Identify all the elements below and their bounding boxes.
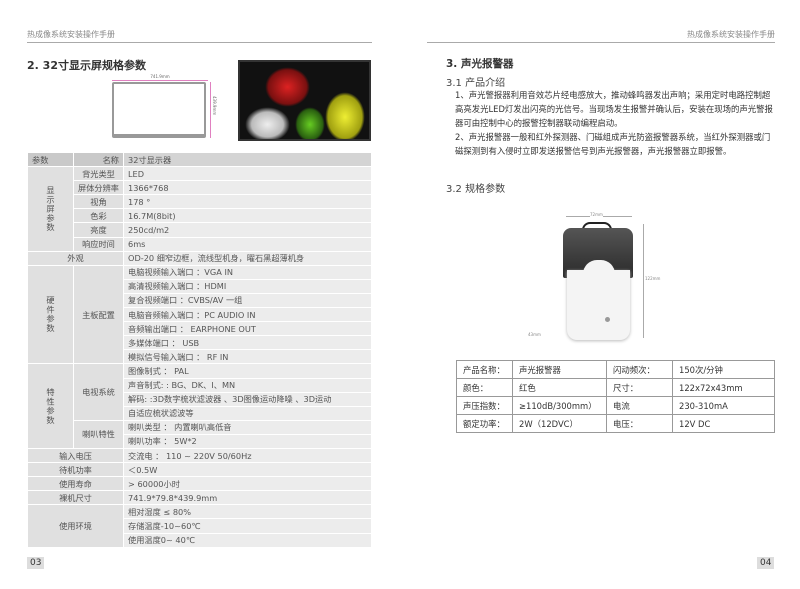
row-value: 高清视频输入端口 ：HDMI [123, 278, 372, 294]
row-value: 178 ° [123, 194, 372, 210]
dim-height-label: 439.9mm [212, 96, 217, 116]
row-label: 外观 [27, 250, 124, 266]
cell: 150次/分钟 [672, 360, 775, 379]
group-display: 显示屏参数 [27, 166, 74, 252]
row-label: 背光类型 [73, 166, 124, 182]
row-value: LED [123, 166, 372, 182]
cell: 122x72x43mm [672, 378, 775, 397]
alarm-product-image: 72mm 122mm 43mm [520, 210, 690, 345]
row-label: 裸机尺寸 [27, 490, 124, 506]
row-label: 视角 [73, 194, 124, 210]
row-value: 1366*768 [123, 180, 372, 196]
cell: 电压： [606, 414, 673, 433]
header-name: 名称 [73, 151, 124, 168]
cell: 闪动频次： [606, 360, 673, 379]
row-label: 响应时间 [73, 236, 124, 252]
dim-depth-label: 43mm [528, 332, 541, 337]
header-title-right: 热成像系统安装操作手册 [687, 30, 775, 39]
cell: 额定功率： [456, 414, 513, 433]
row-value: 自适应梳状滤波等 [123, 405, 372, 421]
row-label: 色彩 [73, 208, 124, 224]
row-label: 使用寿命 [27, 476, 124, 492]
cell: 颜色： [456, 378, 513, 397]
cell: 12V DC [672, 414, 775, 433]
header-title-left: 热成像系统安装操作手册 [27, 30, 115, 39]
row-value: 声音制式: : BG、DK、I、MN [123, 377, 372, 393]
monitor-dimension-drawing: 741.9mm 439.9mm [112, 74, 222, 140]
row-value: 多媒体端口 ： USB [123, 335, 372, 351]
cell: 2W（12DVC） [512, 414, 607, 433]
subgroup-mainboard: 主板配置 [73, 264, 124, 365]
dim-width-label: 741.9mm [150, 74, 170, 79]
subgroup-speaker: 喇叭特性 [73, 419, 124, 449]
row-value: 16.7M(8bit) [123, 208, 372, 224]
row-value: ＜0.5W [123, 462, 372, 478]
section-title: 2. 32寸显示屏规格参数 [27, 59, 146, 72]
row-value: 相对湿度 ≤ 80% [123, 504, 372, 520]
row-label: 输入电压 [27, 447, 124, 464]
table-row: 额定功率： 2W（12DVC） 电压： 12V DC [456, 414, 775, 433]
monitor-photo [238, 60, 371, 141]
alarm-spec-table: 产品名称： 声光报警器 闪动频次： 150次/分钟 颜色： 红色 尺寸： 122x72x43… [456, 360, 775, 433]
page-number-left: 03 [27, 557, 45, 569]
row-value: > 60000小时 [123, 476, 372, 492]
cell: 230-310mA [672, 396, 775, 415]
header-value: 32寸显示器 [123, 151, 372, 168]
subsection-specs: 3.2 规格参数 [446, 184, 506, 195]
dim-width-label: 72mm [590, 212, 603, 217]
row-value: 741.9*79.8*439.9mm [123, 490, 372, 506]
section-title: 3. 声光报警器 [446, 58, 514, 70]
row-value: 交流电 ： 110 ~ 220V 50/60Hz [123, 447, 372, 464]
cell: 产品名称： [456, 360, 513, 379]
cell: 声压指数： [456, 396, 513, 415]
group-environment: 使用环境 [27, 504, 124, 548]
group-features: 特性参数 [27, 363, 74, 449]
table-header-row: 参数 名称 32寸显示器 [27, 151, 372, 168]
row-value: 模拟信号输入端口 ： RF IN [123, 349, 372, 365]
row-value: 复合视频端口 ：CVBS/AV 一组 [123, 292, 372, 309]
row-value: 喇叭类型 ： 内置喇叭高低音 [123, 419, 372, 435]
row-value: 电脑音频输入端口 ：PC AUDIO IN [123, 307, 372, 323]
cell: ≥110dB/300mm） [512, 396, 607, 415]
header-divider [427, 42, 775, 43]
group-hardware: 硬件参数 [27, 264, 74, 365]
dim-height-label: 122mm [645, 276, 661, 281]
subsection-intro: 3.1 产品介绍 [446, 78, 506, 89]
row-value: 电脑视频输入端口 ：VGA IN [123, 264, 372, 280]
row-label: 屏体分辨率 [73, 180, 124, 196]
row-value: 250cd/m2 [123, 222, 372, 238]
table-row: 声压指数： ≥110dB/300mm） 电流 230-310mA [456, 396, 775, 415]
intro-paragraph-2: 2、声光报警器一般和红外探测器、门磁组成声光防盗报警器系统，当红外探测器或门磁探… [455, 132, 771, 156]
row-value: OD-20 细窄边框，流线型机身，曜石黑超薄机身 [123, 250, 372, 266]
row-label: 亮度 [73, 222, 124, 238]
row-value: 解码: :3D数字梳状滤波器 、3D图像运动降噪 、3D运动 [123, 391, 372, 407]
row-value: 存储温度-10~60℃ [123, 518, 372, 534]
row-value: 使用温度0~ 40℃ [123, 532, 372, 548]
cell: 红色 [512, 378, 607, 397]
header-param: 参数 [27, 151, 74, 168]
header-divider [27, 42, 372, 43]
cell: 电流 [606, 396, 673, 415]
subgroup-tv-system: 电视系统 [73, 363, 124, 421]
page-number-right: 04 [757, 557, 775, 569]
table-row: 颜色： 红色 尺寸： 122x72x43mm [456, 378, 775, 397]
row-label: 待机功率 [27, 462, 124, 478]
row-value: 音频输出端口 ： EARPHONE OUT [123, 321, 372, 337]
row-value: 图像制式 ： PAL [123, 363, 372, 379]
display-spec-table: 参数 名称 32寸显示器 显示屏参数 背光类型 LED 屏体分辨率 1366*768… [27, 151, 372, 548]
cell: 声光报警器 [512, 360, 607, 379]
intro-paragraph-1: 1、声光警报器利用音效芯片经电感放大，推动蜂鸣器发出声响；采用定时电路控制超高亮… [455, 90, 773, 128]
row-value: 6ms [123, 236, 372, 252]
row-value: 喇叭功率 ： 5W*2 [123, 433, 372, 449]
cell: 尺寸： [606, 378, 673, 397]
table-row: 产品名称： 声光报警器 闪动频次： 150次/分钟 [456, 360, 775, 379]
